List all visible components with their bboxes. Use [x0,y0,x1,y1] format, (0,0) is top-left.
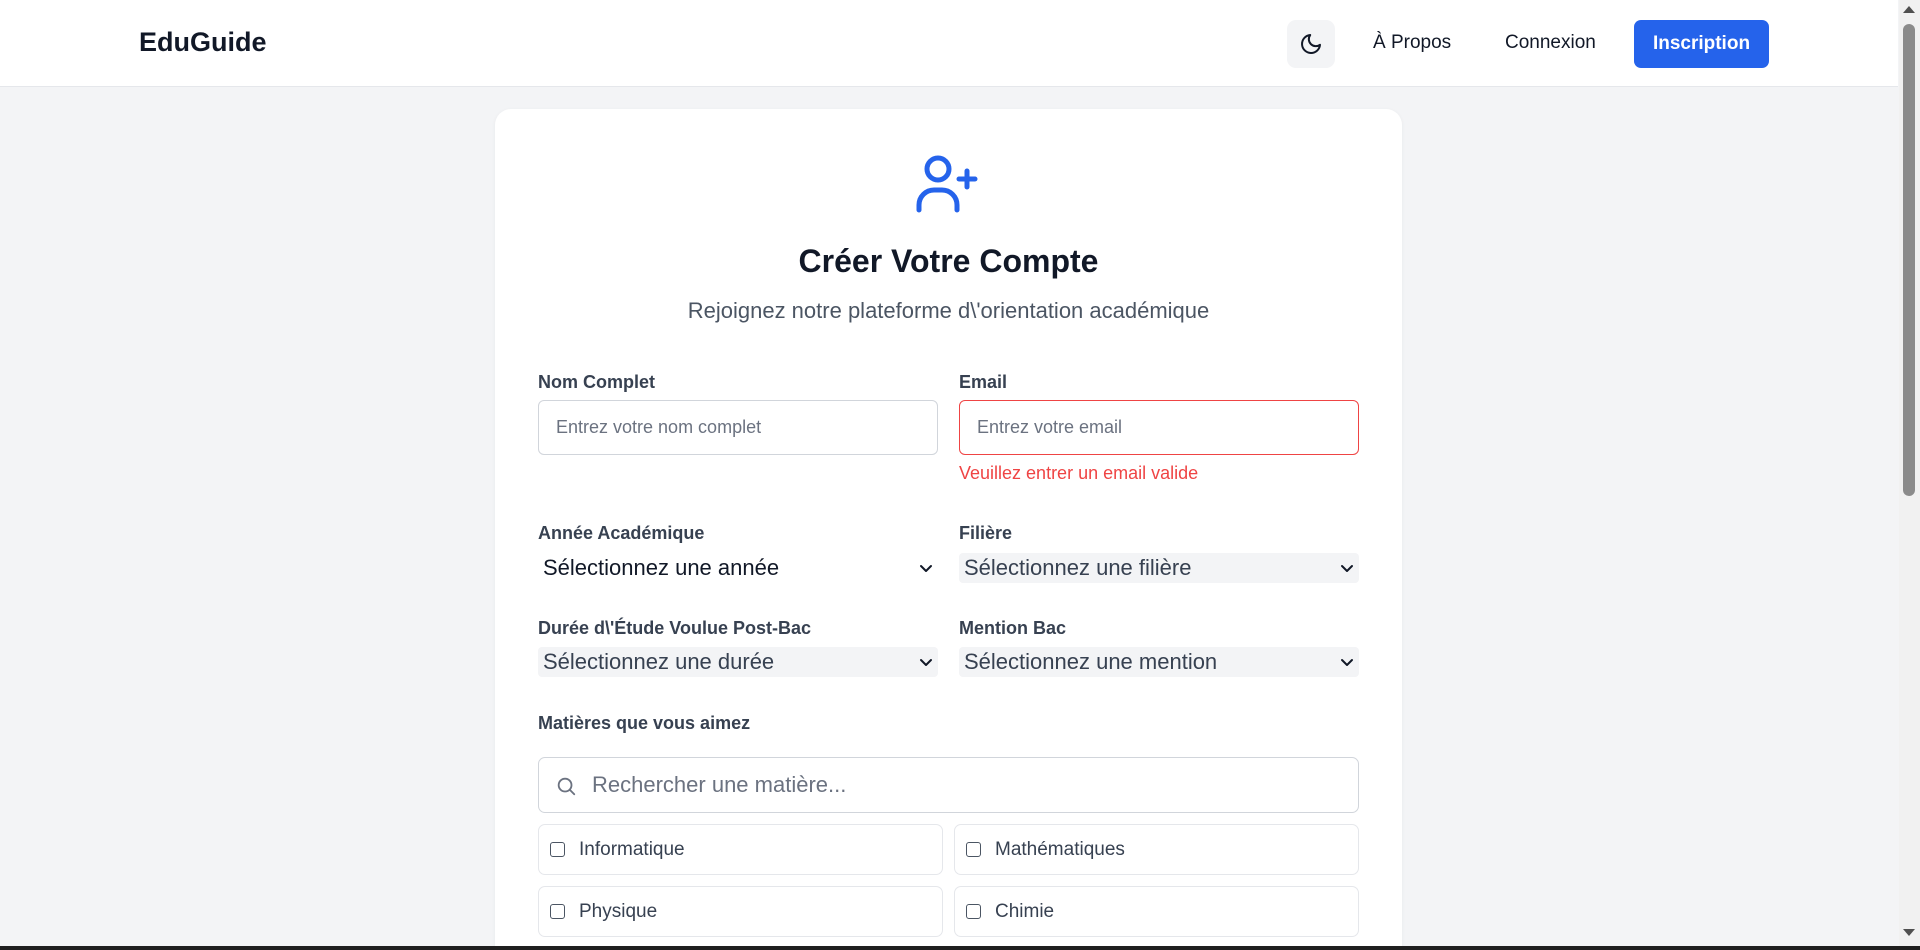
field-select[interactable]: Sélectionnez une filière [959,553,1359,583]
subject-option-mathematiques[interactable]: Mathématiques [954,824,1359,875]
checkbox[interactable] [966,842,981,857]
scroll-down-arrow-icon[interactable] [1903,929,1915,936]
email-error-message: Veuillez entrer un email valide [959,463,1199,483]
subject-option-label: Informatique [579,838,685,860]
vertical-scrollbar[interactable] [1899,0,1920,950]
email-input[interactable] [959,400,1359,455]
signup-button[interactable]: Inscription [1634,20,1769,68]
checkbox[interactable] [550,842,565,857]
chevron-down-icon [920,659,932,666]
checkbox[interactable] [966,904,981,919]
subjects-label: Matières que vous aimez [538,713,751,733]
study-duration-selected: Sélectionnez une durée [543,649,775,674]
full-name-label: Nom Complet [538,372,655,392]
email-label: Email [959,372,1008,392]
subject-option-label: Chimie [995,900,1055,922]
subject-search-input[interactable] [592,758,1352,812]
subject-option-chimie[interactable]: Chimie [954,886,1359,937]
subject-option-physique[interactable]: Physique [538,886,943,937]
academic-year-selected: Sélectionnez une année [543,555,780,580]
checkbox[interactable] [550,904,565,919]
bac-mention-label: Mention Bac [959,618,1067,638]
academic-year-select[interactable]: Sélectionnez une année [538,553,938,583]
subject-option-label: Mathématiques [995,838,1125,860]
nav-link-about[interactable]: À Propos [1373,32,1451,54]
form-subtitle: Rejoignez notre plateforme d\'orientatio… [687,298,1210,323]
search-icon [557,777,576,796]
study-duration-label: Durée d\'Étude Voulue Post-Bac [538,618,811,638]
study-duration-select[interactable]: Sélectionnez une durée [538,647,938,677]
full-name-input[interactable] [538,400,938,455]
bac-mention-select[interactable]: Sélectionnez une mention [959,647,1359,677]
subject-search [538,757,1359,813]
chevron-down-icon [920,565,932,572]
user-plus-icon [916,155,978,213]
nav-link-login[interactable]: Connexion [1505,32,1596,54]
field-selected: Sélectionnez une filière [964,555,1192,580]
bac-mention-selected: Sélectionnez une mention [964,649,1218,674]
subject-option-label: Physique [579,900,658,922]
moon-icon [1301,34,1321,54]
form-title: Créer Votre Compte [798,243,1099,279]
page: EduGuide À Propos Connexion Inscription … [0,0,1920,950]
scroll-up-arrow-icon[interactable] [1903,6,1915,13]
brand-logo[interactable]: EduGuide [139,27,267,58]
field-label: Filière [959,523,1013,543]
scrollbar-thumb[interactable] [1903,24,1915,496]
theme-toggle-button[interactable] [1287,20,1335,68]
chevron-down-icon [1341,659,1353,666]
academic-year-label: Année Académique [538,523,705,543]
chevron-down-icon [1341,565,1353,572]
window-bottom-edge [0,946,1920,950]
subject-option-informatique[interactable]: Informatique [538,824,943,875]
navbar: EduGuide À Propos Connexion Inscription [0,0,1898,87]
